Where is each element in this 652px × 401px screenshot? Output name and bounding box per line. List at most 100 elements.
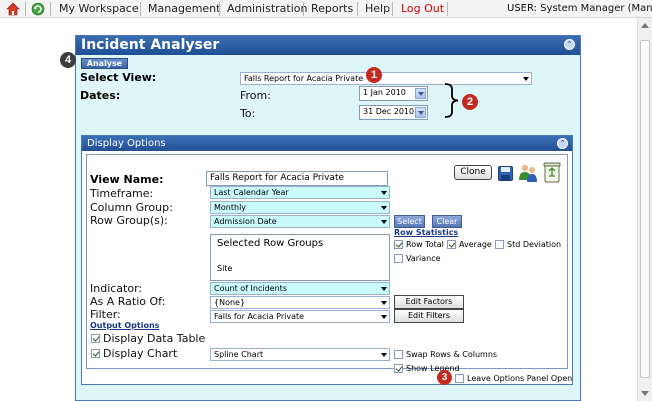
ratio-value: {None} [214, 298, 246, 307]
timeframe-value: Last Calendar Year [214, 188, 289, 197]
ratio-label: As A Ratio Of: [90, 295, 166, 308]
display-data-table-checkbox[interactable] [91, 334, 100, 343]
std-deviation-label: Std Deviation [507, 240, 562, 249]
to-date-field[interactable]: 31 Dec 2010 [359, 105, 428, 120]
analyse-button[interactable]: Analyse [81, 58, 128, 69]
nav-divider [392, 2, 393, 16]
callout-badge-3: 3 [437, 370, 452, 385]
scrollbar-thumb[interactable] [640, 40, 650, 378]
vertical-scrollbar[interactable] [637, 18, 652, 401]
nav-divider [219, 2, 220, 16]
chart-type-dropdown[interactable]: Spline Chart [210, 348, 390, 361]
scroll-down-icon[interactable] [641, 391, 649, 396]
dates-label: Dates: [80, 89, 121, 102]
show-legend-label: Show Legend [406, 364, 460, 373]
view-name-label: View Name: [90, 173, 164, 186]
filter-value: Falls for Acacia Private [214, 312, 305, 321]
share-users-icon[interactable] [518, 163, 538, 183]
top-navigation-bar: My Workspace Management Administration R… [0, 0, 652, 18]
nav-divider [25, 2, 26, 16]
swap-rows-checkbox[interactable] [394, 350, 403, 359]
chevron-down-icon [523, 77, 529, 81]
indicator-dropdown[interactable]: Count of Incidents [210, 282, 390, 295]
row-group-dropdown[interactable]: Admission Date [210, 215, 390, 228]
view-name-input[interactable]: Falls Report for Acacia Private [206, 171, 388, 186]
row-group-value: Admission Date [214, 217, 277, 226]
row-total-label: Row Total [406, 240, 444, 249]
nav-my-workspace[interactable]: My Workspace [59, 2, 139, 15]
date-dropdown-icon[interactable] [415, 107, 426, 118]
nav-divider [357, 2, 358, 16]
save-icon[interactable] [498, 166, 513, 181]
nav-divider [303, 2, 304, 16]
std-deviation-checkbox[interactable] [495, 240, 504, 249]
display-options-panel: Display Options ⌃ View Name: Falls Repor… [81, 135, 573, 385]
panel-title-text: Incident Analyser [81, 37, 220, 53]
from-date-value: 1 Jan 2010 [363, 88, 406, 97]
callout-badge-1: 1 [366, 67, 382, 83]
refresh-icon[interactable] [30, 1, 46, 17]
filter-label: Filter: [90, 308, 121, 321]
edit-factors-button[interactable]: Edit Factors [394, 295, 464, 309]
to-label: To: [240, 107, 256, 120]
select-view-label: Select View: [80, 71, 157, 84]
recycle-bin-icon[interactable] [543, 161, 561, 183]
date-dropdown-icon[interactable] [415, 88, 426, 99]
selected-row-groups-list[interactable]: Selected Row Groups Site [210, 234, 390, 281]
output-options-heading: Output Options [90, 321, 160, 330]
clone-button[interactable]: Clone [454, 165, 492, 180]
variance-label: Variance [406, 254, 441, 263]
nav-management[interactable]: Management [148, 2, 220, 15]
user-label: USER: System Manager (Manager) [507, 3, 652, 14]
nav-administration[interactable]: Administration [227, 2, 308, 15]
chevron-down-icon [381, 315, 387, 319]
average-label: Average [459, 240, 492, 249]
chevron-down-icon [381, 191, 387, 195]
display-options-title-text: Display Options [87, 138, 166, 149]
home-icon[interactable] [5, 1, 21, 17]
clear-button[interactable]: Clear [432, 215, 462, 228]
variance-checkbox[interactable] [394, 254, 403, 263]
nav-divider [447, 2, 448, 16]
from-date-field[interactable]: 1 Jan 2010 [359, 86, 428, 101]
nav-divider [140, 2, 141, 16]
display-options-form: View Name: Falls Report for Acacia Priva… [86, 154, 568, 373]
selected-row-groups-heading: Selected Row Groups [217, 238, 324, 249]
edit-filters-button[interactable]: Edit Filters [394, 309, 464, 323]
leave-open-checkbox[interactable] [455, 374, 464, 383]
chevron-down-icon [381, 287, 387, 291]
list-item[interactable]: Site [217, 264, 232, 273]
display-options-title: Display Options ⌃ [82, 136, 572, 151]
indicator-value: Count of Incidents [214, 284, 287, 293]
to-date-value: 31 Dec 2010 [363, 107, 415, 116]
ratio-dropdown[interactable]: {None} [210, 296, 390, 309]
row-total-checkbox[interactable] [394, 240, 403, 249]
row-groups-label: Row Group(s): [90, 214, 168, 227]
scroll-up-icon[interactable] [641, 23, 649, 28]
select-view-value: Falls Report for Acacia Private [244, 74, 364, 83]
from-label: From: [240, 89, 271, 102]
timeframe-dropdown[interactable]: Last Calendar Year [210, 186, 390, 199]
panel-title: Incident Analyser ⌃ [76, 36, 580, 55]
column-group-dropdown[interactable]: Monthly [210, 201, 390, 214]
timeframe-label: Timeframe: [90, 187, 154, 200]
select-view-dropdown[interactable]: Falls Report for Acacia Private [240, 72, 532, 85]
select-button[interactable]: Select [394, 215, 425, 228]
collapse-icon[interactable]: ⌃ [564, 39, 575, 50]
nav-reports[interactable]: Reports [311, 2, 353, 15]
indicator-label: Indicator: [90, 282, 143, 295]
callout-badge-2: 2 [462, 94, 478, 110]
display-chart-checkbox[interactable] [91, 349, 100, 358]
date-range-brace [444, 83, 459, 118]
nav-log-out[interactable]: Log Out [401, 2, 444, 15]
filter-dropdown[interactable]: Falls for Acacia Private [210, 310, 390, 323]
callout-badge-4: 4 [60, 52, 76, 68]
chevron-down-icon [381, 220, 387, 224]
chevron-down-icon [381, 301, 387, 305]
show-legend-checkbox[interactable] [394, 364, 403, 373]
nav-help[interactable]: Help [365, 2, 390, 15]
column-group-label: Column Group: [90, 201, 173, 214]
collapse-icon[interactable]: ⌃ [557, 138, 568, 149]
average-checkbox[interactable] [447, 240, 456, 249]
column-group-value: Monthly [214, 203, 247, 212]
